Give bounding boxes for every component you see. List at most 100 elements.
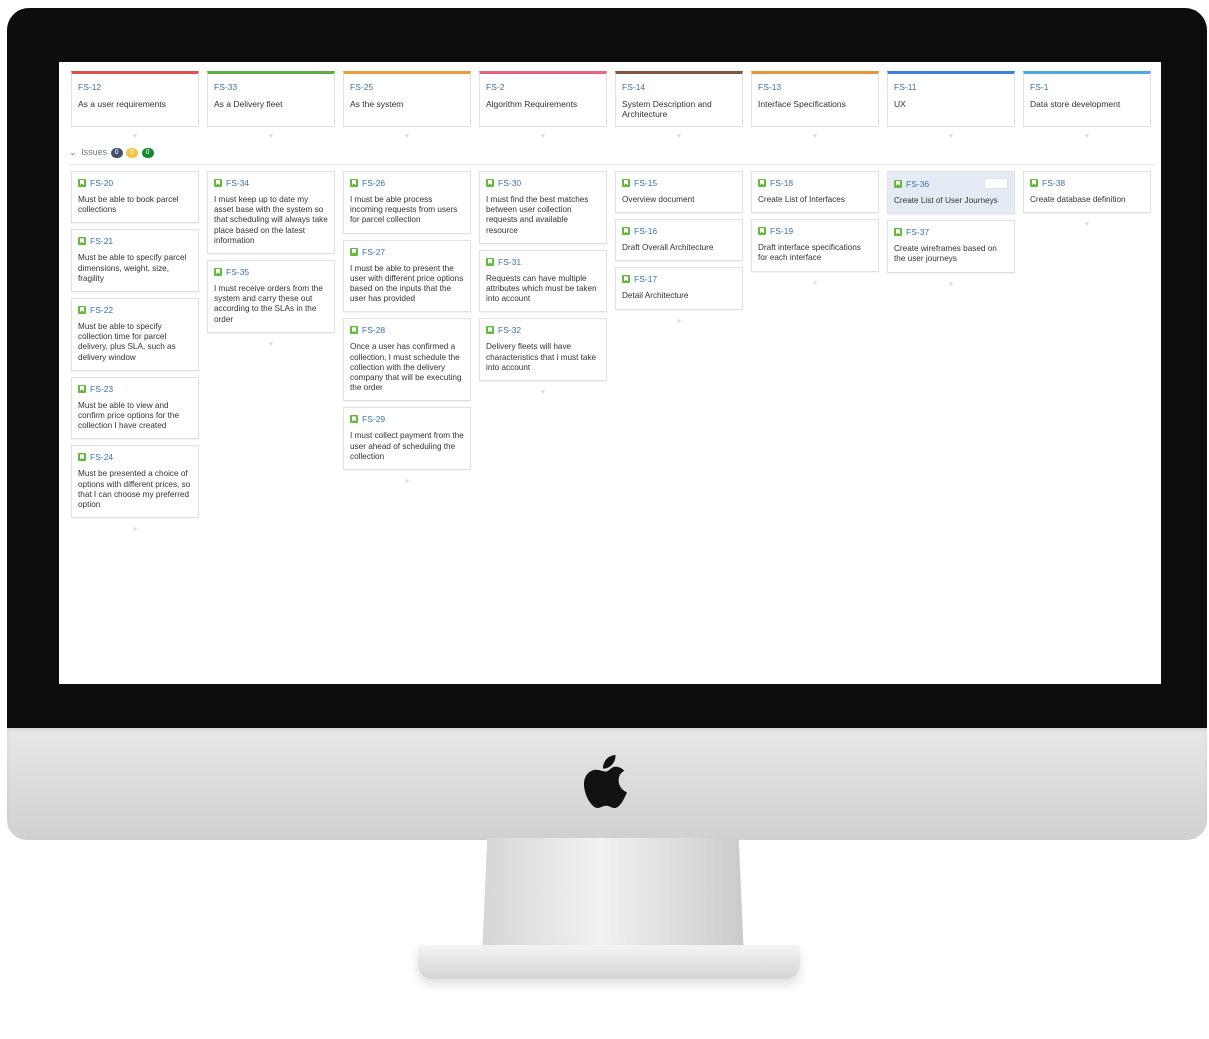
issue-card[interactable]: FS-16 Draft Overall Architecture — [615, 219, 743, 262]
issue-card[interactable]: FS-20 Must be able to book parcel collect… — [71, 171, 199, 224]
issue-column: FS-30 I must find the best matches betwee… — [479, 171, 607, 397]
story-icon — [486, 326, 494, 335]
issue-key[interactable]: FS-28 — [362, 325, 385, 335]
epic-title: As a user requirements — [78, 99, 166, 109]
issue-key[interactable]: FS-18 — [770, 178, 793, 188]
issue-key[interactable]: FS-38 — [1042, 178, 1065, 188]
epic-key[interactable]: FS-13 — [758, 82, 872, 92]
add-issue-button[interactable]: + — [615, 131, 743, 141]
issue-key[interactable]: FS-32 — [498, 325, 521, 335]
issue-key[interactable]: FS-20 — [90, 178, 113, 188]
issue-card[interactable]: FS-19 Draft interface specifications for … — [751, 219, 879, 272]
epic-key[interactable]: FS-2 — [486, 82, 600, 92]
issue-summary: I must be able to present the user with … — [350, 263, 464, 304]
issue-summary: I must find the best matches between use… — [486, 195, 589, 235]
issue-key[interactable]: FS-19 — [770, 226, 793, 236]
issue-card[interactable]: FS-37 Create wireframes based on the user… — [887, 220, 1015, 273]
epic-key[interactable]: FS-12 — [78, 82, 192, 92]
epic-key[interactable]: FS-25 — [350, 82, 464, 92]
issue-card[interactable]: FS-18 Create List of Interfaces — [751, 171, 879, 214]
issue-card-header: FS-20 — [78, 178, 192, 188]
story-icon — [1030, 179, 1038, 187]
epic-key[interactable]: FS-14 — [622, 82, 736, 92]
issues-swimlane-header[interactable]: ⌄ Issues 0 0 0 — [69, 147, 1155, 165]
epic-card[interactable]: FS-1 Data store development — [1023, 71, 1151, 127]
issue-card[interactable]: FS-32 Delivery fleets will have character… — [479, 318, 607, 382]
issue-card[interactable]: FS-22 Must be able to specify collection … — [71, 298, 199, 371]
chevron-down-icon[interactable]: ⌄ — [69, 147, 77, 157]
issue-card[interactable]: FS-38 Create database definition — [1023, 171, 1151, 214]
add-card-button[interactable]: + — [207, 339, 335, 349]
issue-card-header: FS-22 — [78, 305, 192, 315]
issue-key[interactable]: FS-15 — [634, 178, 657, 188]
issue-card[interactable]: FS-28 Once a user has confirmed a collect… — [343, 318, 471, 402]
card-menu-box[interactable] — [984, 178, 1008, 189]
add-card-button[interactable]: + — [479, 387, 607, 397]
add-issue-button[interactable]: + — [1023, 131, 1151, 141]
issue-card[interactable]: FS-17 Detail Architecture — [615, 267, 743, 310]
story-icon — [758, 179, 766, 187]
epic-card[interactable]: FS-25 As the system — [343, 71, 471, 127]
issue-summary: Draft Overall Architecture — [622, 243, 714, 253]
issue-card[interactable]: FS-30 I must find the best matches betwee… — [479, 171, 607, 244]
add-issue-button[interactable]: + — [71, 131, 199, 141]
todo-count-badge: 0 — [110, 148, 123, 158]
issue-card-header: FS-38 — [1030, 178, 1144, 188]
issue-key[interactable]: FS-23 — [90, 384, 113, 394]
issue-column: FS-18 Create List of Interfaces FS-19 Draft… — [751, 171, 879, 288]
issue-column: FS-20 Must be able to book parcel collect… — [71, 171, 199, 534]
add-card-button[interactable]: + — [343, 476, 471, 486]
issue-key[interactable]: FS-30 — [498, 178, 521, 188]
issue-card[interactable]: FS-23 Must be able to view and confirm pr… — [71, 376, 199, 440]
issue-card[interactable]: FS-15 Overview document — [615, 171, 743, 214]
issue-summary: Must be able to specify parcel dimension… — [78, 253, 187, 283]
add-card-button[interactable]: + — [1023, 219, 1151, 229]
issue-key[interactable]: FS-37 — [906, 227, 929, 237]
epic-card[interactable]: FS-12 As a user requirements — [71, 71, 199, 127]
add-card-button[interactable]: + — [887, 279, 1015, 289]
epic-card[interactable]: FS-2 Algorithm Requirements — [479, 71, 607, 127]
epic-card[interactable]: FS-33 As a Delivery fleet — [207, 71, 335, 127]
epic-key[interactable]: FS-1 — [1030, 82, 1144, 92]
issue-key[interactable]: FS-24 — [90, 452, 113, 462]
issue-card[interactable]: FS-27 I must be able to present the user … — [343, 239, 471, 313]
issue-key[interactable]: FS-35 — [226, 267, 249, 277]
add-issue-button[interactable]: + — [479, 131, 607, 141]
epic-key[interactable]: FS-11 — [894, 82, 1008, 92]
epic-card[interactable]: FS-13 Interface Specifications — [751, 71, 879, 127]
issue-key[interactable]: FS-36 — [906, 179, 929, 189]
epic-card[interactable]: FS-14 System Description and Architecture — [615, 71, 743, 127]
issue-card[interactable]: FS-29 I must collect payment from the use… — [343, 407, 471, 471]
add-card-button[interactable]: + — [71, 524, 199, 534]
add-issue-button[interactable]: + — [207, 131, 335, 141]
issue-key[interactable]: FS-16 — [634, 226, 657, 236]
issue-card-header: FS-32 — [486, 325, 600, 335]
add-card-button[interactable]: + — [751, 278, 879, 288]
issue-card[interactable]: FS-24 Must be presented a choice of optio… — [71, 445, 199, 519]
issue-card[interactable]: FS-21 Must be able to specify parcel dime… — [71, 229, 199, 293]
issue-summary: I must keep up to date my asset base wit… — [214, 195, 328, 245]
issue-card[interactable]: FS-35 I must receive orders from the syst… — [207, 260, 335, 333]
issue-key[interactable]: FS-34 — [226, 178, 249, 188]
issue-summary: I must be able process incoming requests… — [350, 195, 458, 225]
issue-key[interactable]: FS-26 — [362, 178, 385, 188]
issue-key[interactable]: FS-31 — [498, 257, 521, 267]
issue-key[interactable]: FS-21 — [90, 236, 113, 246]
issue-card[interactable]: FS-36 Create List of User Journeys — [887, 171, 1015, 215]
add-issue-button[interactable]: + — [343, 131, 471, 141]
epic-key[interactable]: FS-33 — [214, 82, 328, 92]
issue-key[interactable]: FS-29 — [362, 414, 385, 424]
issue-key[interactable]: FS-27 — [362, 247, 385, 257]
add-issue-button[interactable]: + — [887, 131, 1015, 141]
issue-card-header: FS-31 — [486, 257, 600, 267]
add-issue-button[interactable]: + — [751, 131, 879, 141]
issue-card[interactable]: FS-34 I must keep up to date my asset bas… — [207, 171, 335, 255]
issues-label: Issues — [81, 147, 108, 157]
issue-card[interactable]: FS-31 Requests can have multiple attribut… — [479, 249, 607, 313]
issue-card[interactable]: FS-26 I must be able process incoming req… — [343, 171, 471, 234]
issue-key[interactable]: FS-22 — [90, 305, 113, 315]
epic-card[interactable]: FS-11 UX — [887, 71, 1015, 127]
add-card-button[interactable]: + — [615, 316, 743, 326]
issue-key[interactable]: FS-17 — [634, 274, 657, 284]
issue-summary: I must receive orders from the system an… — [214, 284, 323, 324]
